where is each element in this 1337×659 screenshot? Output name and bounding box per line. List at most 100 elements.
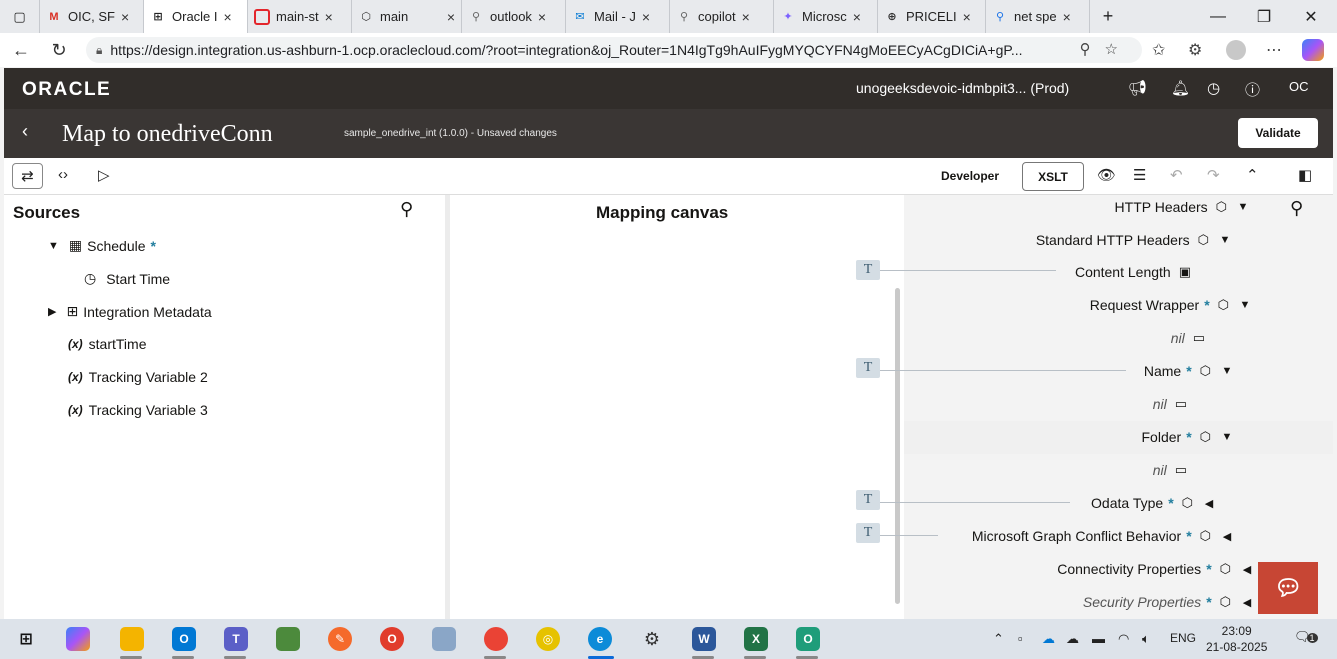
more-menu-icon[interactable]: ⋯ bbox=[1266, 33, 1282, 67]
notification-icon[interactable]: 🗨︎1 bbox=[1294, 629, 1318, 645]
close-icon[interactable]: × bbox=[121, 9, 129, 25]
tab-4[interactable]: ⚲ outlook × bbox=[462, 0, 566, 33]
target-security-properties[interactable]: Security Properties * ⬡ ◀ bbox=[1083, 592, 1253, 612]
excel-icon[interactable]: X bbox=[744, 627, 768, 651]
reload-icon[interactable]: ↻ bbox=[42, 40, 76, 61]
tab-8[interactable]: ⊕ PRICELI × bbox=[878, 0, 986, 33]
battery-icon[interactable]: ▬ bbox=[1092, 631, 1105, 646]
source-tracking-variable-3[interactable]: (x) Tracking Variable 3 bbox=[68, 402, 208, 418]
app-icon[interactable] bbox=[432, 627, 456, 651]
target-http-headers[interactable]: HTTP Headers ⬡ ▼ bbox=[1115, 197, 1249, 217]
caret-right-icon[interactable]: ▶ bbox=[48, 305, 56, 318]
target-nil[interactable]: nil ▭ bbox=[1171, 328, 1205, 348]
app-o-icon[interactable]: O bbox=[796, 627, 820, 651]
chat-bubble-icon[interactable]: 💬︎ bbox=[1258, 562, 1318, 614]
test-play-icon[interactable]: ▷ bbox=[98, 166, 110, 184]
caret-left-icon[interactable]: ◀ bbox=[1241, 596, 1253, 609]
chrome-icon[interactable] bbox=[484, 627, 508, 651]
draw-app-icon[interactable]: ✎ bbox=[328, 627, 352, 651]
teams-icon[interactable]: T bbox=[224, 627, 248, 651]
new-tab-icon[interactable]: + bbox=[1090, 0, 1126, 33]
tab-1[interactable]: ⊞ Oracle I × bbox=[144, 0, 248, 33]
close-icon[interactable]: × bbox=[447, 9, 455, 25]
caret-left-icon[interactable]: ◀ bbox=[1203, 497, 1215, 510]
source-schedule[interactable]: ▼ ▦ Schedule * bbox=[48, 237, 156, 254]
copilot-icon[interactable] bbox=[66, 627, 90, 651]
close-icon[interactable]: × bbox=[853, 9, 861, 25]
search-icon[interactable]: ⚲ bbox=[400, 199, 413, 220]
target-folder[interactable]: Folder * ⬡ ▼ bbox=[1142, 427, 1234, 447]
network-cloud-icon[interactable]: ☁ bbox=[1066, 631, 1079, 647]
target-conflict-behavior[interactable]: Microsoft Graph Conflict Behavior * ⬡ ◀ bbox=[972, 526, 1233, 546]
target-request-wrapper[interactable]: Request Wrapper * ⬡ ▼ bbox=[1090, 295, 1251, 315]
undo-icon[interactable]: ↶ bbox=[1170, 166, 1183, 184]
close-icon[interactable]: × bbox=[963, 9, 971, 25]
minimize-icon[interactable]: — bbox=[1195, 0, 1241, 33]
source-tracking-variable-2[interactable]: (x) Tracking Variable 2 bbox=[68, 369, 208, 385]
target-nil[interactable]: nil ▭ bbox=[1153, 460, 1187, 480]
back-chevron-icon[interactable]: ‹ bbox=[22, 121, 28, 142]
favorites-icon[interactable]: ✩ bbox=[1152, 33, 1165, 67]
volume-icon[interactable]: 🔈︎ bbox=[1142, 631, 1150, 647]
transform-t-icon[interactable]: T bbox=[856, 358, 880, 378]
announcement-icon[interactable]: 📢︎ bbox=[1128, 79, 1147, 97]
zoom-icon[interactable]: ⚲☆ bbox=[1080, 40, 1132, 58]
close-window-icon[interactable]: ✕ bbox=[1288, 0, 1334, 33]
caret-down-icon[interactable]: ▼ bbox=[1237, 201, 1249, 213]
tab-9[interactable]: ⚲ net spe × bbox=[986, 0, 1090, 33]
copilot-icon[interactable] bbox=[1302, 33, 1324, 67]
bell-icon[interactable]: 🔔︎ bbox=[1171, 79, 1190, 97]
url-field[interactable]: 🔒︎ https://design.integration.us-ashburn… bbox=[86, 37, 1142, 63]
onedrive-icon[interactable]: ☁ bbox=[1042, 631, 1055, 647]
close-icon[interactable]: × bbox=[642, 9, 650, 25]
opera-icon[interactable]: O bbox=[380, 627, 404, 651]
site-info-icon[interactable]: 🔒︎ bbox=[96, 43, 102, 58]
target-scrollbar[interactable] bbox=[895, 288, 900, 604]
close-icon[interactable]: × bbox=[224, 9, 232, 25]
tray-chevron-icon[interactable]: ⌃ bbox=[993, 631, 1004, 647]
panel-toggle-icon[interactable]: ◧ bbox=[1298, 166, 1312, 184]
caret-down-icon[interactable]: ▼ bbox=[1219, 234, 1231, 246]
target-standard-http-headers[interactable]: Standard HTTP Headers ⬡ ▼ bbox=[1036, 230, 1231, 250]
tab-2[interactable]: main-st × bbox=[248, 0, 352, 33]
windows-start-icon[interactable]: ⊞ bbox=[14, 627, 38, 651]
settings-gear-icon[interactable]: ⚙ bbox=[640, 627, 664, 651]
source-integration-metadata[interactable]: ▶ ⊞ Integration Metadata bbox=[48, 303, 212, 320]
target-connectivity-properties[interactable]: Connectivity Properties * ⬡ ◀ bbox=[1057, 559, 1253, 579]
tab-7[interactable]: ✦ Microsc × bbox=[774, 0, 878, 33]
tab-3[interactable]: ⬡ main × bbox=[352, 0, 462, 33]
restore-icon[interactable]: ❐ bbox=[1241, 0, 1287, 33]
filter-icon[interactable]: ☰ bbox=[1133, 166, 1146, 184]
system-clock[interactable]: 23:09 21-08-2025 bbox=[1206, 623, 1267, 655]
caret-left-icon[interactable]: ◀ bbox=[1221, 530, 1233, 543]
source-starttime-variable[interactable]: (x) startTime bbox=[68, 336, 147, 352]
transform-t-icon[interactable]: T bbox=[856, 260, 880, 280]
caret-down-icon[interactable]: ▼ bbox=[1239, 299, 1251, 311]
outlook-icon[interactable]: O bbox=[172, 627, 196, 651]
tab-5[interactable]: ✉ Mail - J × bbox=[566, 0, 670, 33]
extensions-icon[interactable]: ⚙ bbox=[1188, 33, 1202, 67]
target-nil[interactable]: nil ▭ bbox=[1153, 394, 1187, 414]
word-icon[interactable]: W bbox=[692, 627, 716, 651]
close-icon[interactable]: × bbox=[1063, 9, 1071, 25]
target-name[interactable]: Name * ⬡ ▼ bbox=[1144, 361, 1233, 381]
photos-icon[interactable] bbox=[276, 627, 300, 651]
user-initials[interactable]: OC bbox=[1289, 79, 1309, 94]
caret-down-icon[interactable]: ▼ bbox=[1221, 431, 1233, 443]
help-icon[interactable]: ⓘ bbox=[1245, 79, 1260, 100]
source-start-time[interactable]: ◷ Start Time bbox=[84, 270, 170, 287]
edge-icon[interactable]: e bbox=[588, 627, 612, 651]
collapse-up-icon[interactable]: ⌃ bbox=[1246, 166, 1259, 184]
close-icon[interactable]: × bbox=[325, 9, 333, 25]
back-arrow-icon[interactable]: ← bbox=[4, 40, 38, 61]
swap-icon[interactable]: ⇄ bbox=[12, 163, 43, 189]
oracle-logo[interactable]: ORACLE bbox=[22, 79, 111, 101]
wifi-icon[interactable]: ◠ bbox=[1118, 631, 1129, 647]
transform-t-icon[interactable]: T bbox=[856, 523, 880, 543]
recent-icon[interactable]: ◷ bbox=[1207, 79, 1220, 97]
app-round-icon[interactable]: ◎ bbox=[536, 627, 560, 651]
validate-button[interactable]: Validate bbox=[1238, 118, 1318, 148]
profile-avatar[interactable] bbox=[1226, 33, 1246, 67]
tab-actions-icon[interactable]: ▢ bbox=[0, 0, 40, 33]
tab-0[interactable]: M OIC, SF × bbox=[40, 0, 144, 33]
